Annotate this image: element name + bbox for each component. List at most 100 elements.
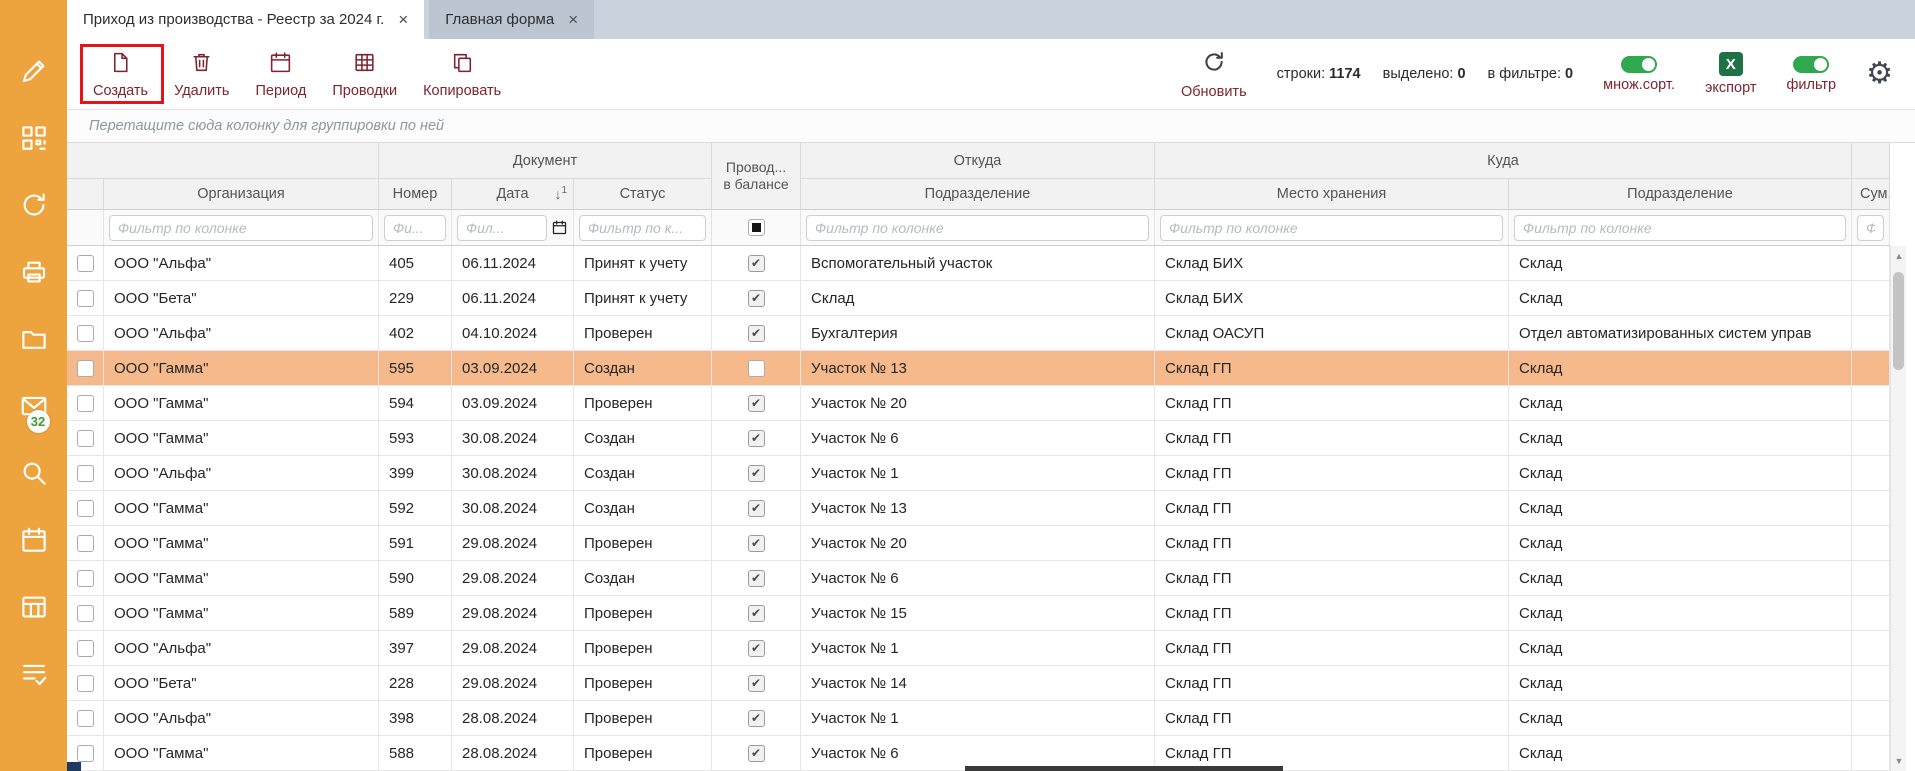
column-header-organization[interactable]: Организация — [104, 179, 379, 210]
refresh-button[interactable]: Обновить — [1181, 49, 1247, 100]
row-select-checkbox[interactable] — [77, 605, 94, 622]
tab-close-icon[interactable]: × — [568, 11, 578, 28]
posted-checkbox[interactable] — [748, 500, 765, 517]
row-select-checkbox[interactable] — [77, 570, 94, 587]
storage-filter-input[interactable] — [1160, 215, 1503, 241]
table-row[interactable]: ООО "Гамма"59029.08.2024СозданУчасток № … — [67, 561, 1890, 596]
row-select-checkbox[interactable] — [77, 745, 94, 762]
posted-checkbox[interactable] — [748, 430, 765, 447]
sync-icon[interactable] — [19, 190, 49, 220]
status-filter-input[interactable] — [579, 215, 706, 241]
table-row[interactable]: ООО "Альфа"40204.10.2024ПроверенБухгалте… — [67, 316, 1890, 351]
posted-checkbox[interactable] — [748, 290, 765, 307]
row-select-checkbox[interactable] — [77, 360, 94, 377]
export-control[interactable]: X экспорт — [1705, 52, 1756, 96]
settings-gear-icon[interactable]: ⚙ — [1866, 59, 1893, 89]
row-select-checkbox[interactable] — [77, 500, 94, 517]
column-header-to-department[interactable]: Подразделение — [1509, 179, 1852, 210]
table-row[interactable]: ООО "Гамма"59230.08.2024СозданУчасток № … — [67, 491, 1890, 526]
filter-toggle[interactable] — [1793, 56, 1829, 73]
posted-checkbox[interactable] — [748, 465, 765, 482]
period-button[interactable]: Период — [255, 50, 306, 99]
print-icon[interactable] — [19, 257, 49, 287]
to-department-cell: Отдел автоматизированных систем управ — [1509, 316, 1852, 350]
excel-export-icon[interactable]: X — [1719, 52, 1743, 76]
scroll-up-icon[interactable]: ▲ — [1891, 248, 1907, 264]
posted-checkbox[interactable] — [748, 710, 765, 727]
search-icon[interactable] — [19, 458, 49, 488]
column-header-status[interactable]: Статус — [574, 179, 712, 210]
row-select-checkbox[interactable] — [77, 430, 94, 447]
column-header-from-department[interactable]: Подразделение — [801, 179, 1155, 210]
from-department-filter-input[interactable] — [806, 215, 1149, 241]
table-row[interactable]: ООО "Бета"22829.08.2024ПроверенУчасток №… — [67, 666, 1890, 701]
date-cell: 28.08.2024 — [452, 701, 574, 735]
posted-checkbox[interactable] — [748, 745, 765, 762]
edit-pencil-icon[interactable] — [19, 56, 49, 86]
date-filter-input[interactable] — [457, 215, 547, 241]
organization-filter-input[interactable] — [109, 215, 373, 241]
sum-filter-input[interactable] — [1857, 215, 1884, 241]
row-select-checkbox[interactable] — [77, 710, 94, 727]
number-filter-input[interactable] — [384, 215, 446, 241]
copy-button[interactable]: Копировать — [423, 50, 501, 99]
table-row[interactable]: ООО "Альфа"40506.11.2024Принят к учетуВс… — [67, 246, 1890, 281]
multisort-toggle[interactable] — [1621, 56, 1657, 73]
group-header-from[interactable]: Откуда — [801, 143, 1155, 179]
tab-glavnaya-forma[interactable]: Главная форма × — [429, 0, 594, 39]
column-header-posted[interactable]: Провод... в балансе — [712, 143, 801, 210]
row-select-checkbox[interactable] — [77, 640, 94, 657]
table-row[interactable]: ООО "Бета"22906.11.2024Принят к учетуСкл… — [67, 281, 1890, 316]
scroll-down-icon[interactable]: ▼ — [1891, 753, 1907, 769]
column-header-date[interactable]: Дата ↓ 1 — [452, 179, 574, 210]
posted-checkbox[interactable] — [748, 535, 765, 552]
posted-checkbox[interactable] — [748, 675, 765, 692]
group-by-bar[interactable]: Перетащите сюда колонку для группировки … — [67, 110, 1915, 143]
task-list-icon[interactable] — [19, 659, 49, 689]
posted-filter-checkbox[interactable] — [748, 219, 765, 236]
row-select-checkbox[interactable] — [77, 465, 94, 482]
horizontal-scrollbar-thumb[interactable] — [965, 766, 1283, 771]
posted-checkbox[interactable] — [748, 605, 765, 622]
mail-icon[interactable]: 32 — [19, 391, 49, 421]
posted-checkbox[interactable] — [748, 640, 765, 657]
folder-icon[interactable] — [19, 324, 49, 354]
table-row[interactable]: ООО "Гамма"59129.08.2024ПроверенУчасток … — [67, 526, 1890, 561]
row-select-checkbox[interactable] — [77, 395, 94, 412]
table-row[interactable]: ООО "Альфа"39930.08.2024СозданУчасток № … — [67, 456, 1890, 491]
data-table-icon[interactable] — [19, 592, 49, 622]
row-select-checkbox[interactable] — [77, 325, 94, 342]
posted-checkbox[interactable] — [748, 395, 765, 412]
table-row[interactable]: ООО "Гамма"58929.08.2024ПроверенУчасток … — [67, 596, 1890, 631]
posted-checkbox[interactable] — [748, 570, 765, 587]
create-button[interactable]: Создать — [93, 50, 148, 99]
number-cell: 593 — [379, 421, 452, 455]
scrollbar-thumb[interactable] — [1893, 272, 1904, 370]
table-row[interactable]: ООО "Гамма"59330.08.2024СозданУчасток № … — [67, 421, 1890, 456]
table-row[interactable]: ООО "Гамма"59403.09.2024ПроверенУчасток … — [67, 386, 1890, 421]
column-header-storage[interactable]: Место хранения — [1155, 179, 1509, 210]
postings-button[interactable]: Проводки — [332, 50, 397, 99]
date-picker-icon[interactable] — [551, 219, 568, 236]
calendar-icon[interactable] — [19, 525, 49, 555]
tab-close-icon[interactable]: × — [398, 11, 408, 28]
row-select-checkbox[interactable] — [77, 290, 94, 307]
to-department-filter-input[interactable] — [1514, 215, 1846, 241]
table-row[interactable]: ООО "Альфа"39729.08.2024ПроверенУчасток … — [67, 631, 1890, 666]
table-row[interactable]: ООО "Гамма"59503.09.2024СозданУчасток № … — [67, 351, 1890, 386]
row-select-checkbox[interactable] — [77, 255, 94, 272]
row-select-checkbox[interactable] — [77, 535, 94, 552]
group-header-to[interactable]: Куда — [1155, 143, 1852, 179]
group-header-document[interactable]: Документ — [379, 143, 712, 179]
column-header-sum[interactable]: Сум... — [1852, 179, 1890, 210]
posted-checkbox[interactable] — [748, 360, 765, 377]
column-header-number[interactable]: Номер — [379, 179, 452, 210]
tab-prihod-iz-proizvodstva[interactable]: Приход из производства - Реестр за 2024 … — [67, 0, 424, 39]
row-select-checkbox[interactable] — [77, 675, 94, 692]
posted-checkbox[interactable] — [748, 255, 765, 272]
table-row[interactable]: ООО "Альфа"39828.08.2024ПроверенУчасток … — [67, 701, 1890, 736]
qr-code-icon[interactable] — [19, 123, 49, 153]
vertical-scrollbar[interactable]: ▲ ▼ — [1890, 246, 1906, 771]
delete-button[interactable]: Удалить — [174, 50, 229, 99]
posted-checkbox[interactable] — [748, 325, 765, 342]
